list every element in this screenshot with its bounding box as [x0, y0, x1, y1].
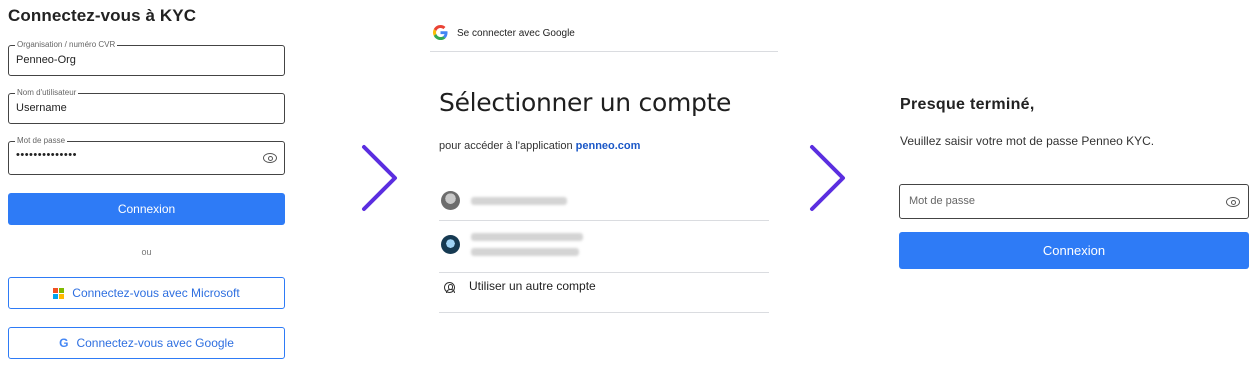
show-password-icon[interactable] — [1226, 197, 1240, 207]
google-logo-icon: G — [59, 336, 69, 350]
or-separator: ou — [141, 247, 152, 257]
username-field[interactable]: Nom d'utilisateur Username — [8, 88, 285, 124]
almost-done-panel: Presque terminé, Veuillez saisir votre m… — [899, 0, 1251, 369]
show-password-icon[interactable] — [263, 153, 277, 163]
password-field-label: Mot de passe — [15, 136, 68, 146]
login-button[interactable]: Connexion — [899, 232, 1249, 269]
chevron-right-icon — [362, 145, 397, 211]
chevron-right-icon — [810, 145, 845, 211]
redacted-account-name — [471, 233, 583, 241]
google-logo-icon — [433, 25, 448, 40]
username-field-label: Nom d'utilisateur — [15, 88, 79, 98]
use-other-account-row[interactable]: Utiliser un autre compte — [439, 273, 769, 313]
avatar — [441, 191, 460, 210]
account-row[interactable] — [439, 221, 769, 273]
use-other-account-label: Utiliser un autre compte — [469, 279, 596, 293]
google-topbar-title: Se connecter avec Google — [457, 28, 575, 39]
password-field[interactable]: Mot de passe •••••••••••••• — [8, 136, 285, 175]
microsoft-login-label: Connectez-vous avec Microsoft — [72, 286, 240, 300]
password-placeholder: Mot de passe — [909, 195, 976, 207]
microsoft-login-button[interactable]: Connectez-vous avec Microsoft — [8, 277, 285, 309]
password-field-value: •••••••••••••• — [16, 149, 77, 161]
login-button[interactable]: Connexion — [8, 193, 285, 225]
almost-done-title: Presque terminé, — [900, 96, 1035, 113]
google-topbar: Se connecter avec Google — [430, 21, 778, 52]
app-domain-link[interactable]: penneo.com — [576, 140, 641, 152]
microsoft-logo-icon — [53, 287, 65, 299]
account-circle-icon — [444, 282, 455, 293]
almost-done-subtitle: Veuillez saisir votre mot de passe Penne… — [900, 134, 1155, 148]
username-field-value: Username — [16, 102, 67, 114]
redacted-account-email — [471, 248, 579, 256]
avatar — [441, 235, 460, 254]
organisation-field-label: Organisation / numéro CVR — [15, 40, 118, 50]
google-login-label: Connectez-vous avec Google — [76, 336, 234, 350]
choose-account-subtitle: pour accéder à l'application penneo.com — [439, 140, 640, 152]
choose-account-heading: Sélectionner un compte — [439, 88, 732, 117]
password-input[interactable]: Mot de passe — [899, 184, 1249, 219]
organisation-field[interactable]: Organisation / numéro CVR Penneo-Org — [8, 40, 285, 76]
redacted-account-name — [471, 197, 567, 205]
subtitle-prefix: pour accéder à l'application — [439, 140, 576, 152]
organisation-field-value: Penneo-Org — [16, 54, 76, 66]
kyc-login-panel: Connectez-vous à KYC Organisation / numé… — [0, 0, 300, 369]
google-login-button[interactable]: G Connectez-vous avec Google — [8, 327, 285, 359]
account-row[interactable] — [439, 184, 769, 221]
page-title: Connectez-vous à KYC — [8, 6, 197, 25]
google-account-chooser: Se connecter avec Google Sélectionner un… — [430, 0, 778, 369]
